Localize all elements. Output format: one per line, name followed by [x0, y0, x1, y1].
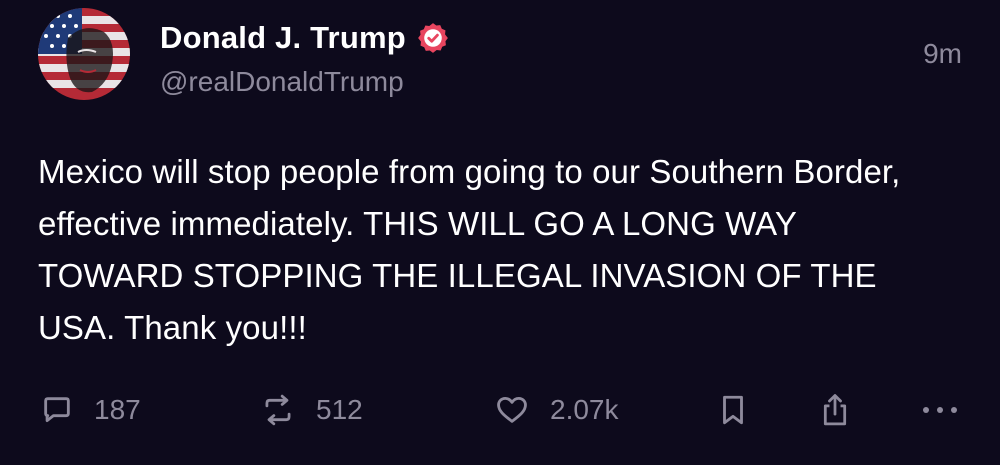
post-timestamp[interactable]: 9m — [923, 38, 962, 70]
author-name-row: Donald J. Trump — [160, 18, 450, 58]
author-avatar[interactable] — [38, 8, 130, 100]
more-dots-icon — [923, 407, 957, 413]
repost-count: 512 — [316, 394, 363, 425]
reply-bubble-icon — [44, 397, 70, 423]
reply-count: 187 — [94, 394, 141, 425]
share-icon — [823, 394, 847, 426]
repost-button[interactable]: 512 — [260, 385, 363, 435]
like-count: 2.07k — [550, 394, 619, 425]
flag-portrait-avatar — [38, 8, 130, 100]
post-card: Donald J. Trump @realDonaldTrump 9m Mexi… — [0, 0, 1000, 465]
bookmark-icon — [723, 395, 743, 425]
more-options-button[interactable] — [920, 385, 960, 435]
author-display-name[interactable]: Donald J. Trump — [160, 20, 406, 56]
heart-icon — [497, 396, 527, 423]
share-button[interactable] — [818, 385, 852, 435]
author-handle[interactable]: @realDonaldTrump — [160, 66, 404, 98]
bookmark-button[interactable] — [718, 385, 748, 435]
reply-button[interactable]: 187 — [40, 385, 141, 435]
like-button[interactable]: 2.07k — [494, 385, 619, 435]
post-action-bar: 187 512 2.07k — [0, 385, 1000, 435]
post-body-text: Mexico will stop people from going to ou… — [38, 153, 901, 346]
repost-icon — [265, 394, 291, 426]
verified-badge-icon — [416, 21, 450, 55]
